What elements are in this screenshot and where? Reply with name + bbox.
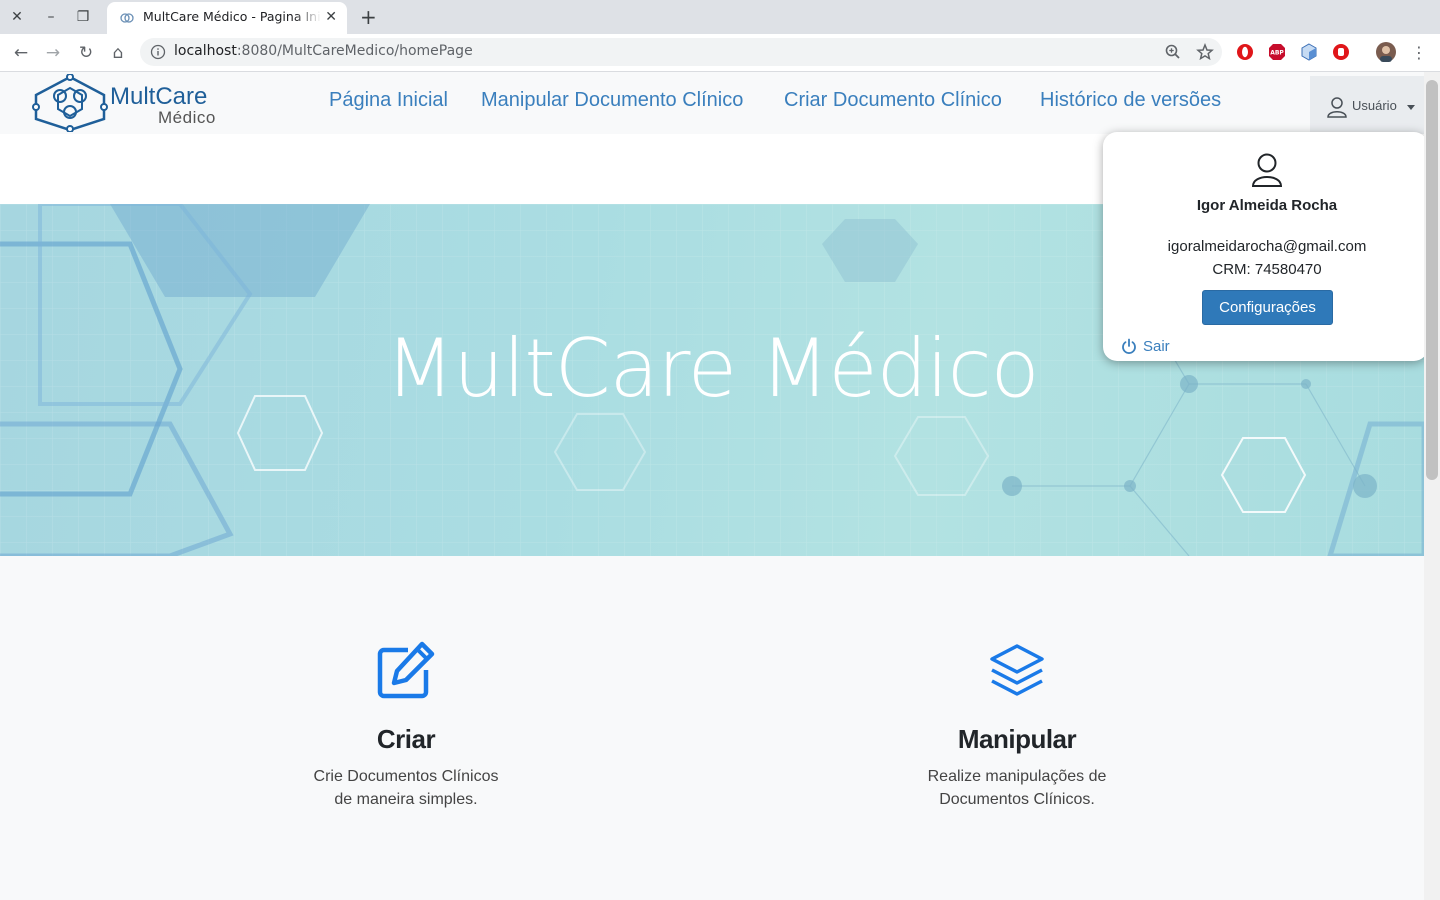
user-icon <box>1327 97 1347 118</box>
hexagon-molecule-icon <box>32 74 108 132</box>
hand-extension-icon[interactable] <box>1332 43 1350 61</box>
settings-button[interactable]: Configurações <box>1202 290 1333 325</box>
logo-text-medico: Médico <box>158 108 216 127</box>
layers-icon <box>990 644 1044 696</box>
multcare-logo[interactable]: MultCare Médico <box>32 74 232 132</box>
forward-icon[interactable]: → <box>42 42 64 64</box>
url-path: :8080/MultCareMedico/homePage <box>236 43 473 59</box>
power-icon <box>1122 338 1136 354</box>
new-tab-icon[interactable]: + <box>360 5 377 29</box>
nav-link-criar[interactable]: Criar Documento Clínico <box>784 89 1002 112</box>
tab-title: MultCare Médico - Pagina Inicial <box>143 9 321 24</box>
tab-close-icon[interactable]: ✕ <box>325 9 337 25</box>
feature-title-criar: Criar <box>376 724 436 754</box>
page-scrollbar[interactable] <box>1424 72 1440 900</box>
browser-menu-icon[interactable]: ⋮ <box>1408 42 1430 64</box>
user-dropdown-toggle[interactable]: Usuário <box>1310 76 1424 134</box>
nav-link-pagina-inicial[interactable]: Página Inicial <box>329 89 448 112</box>
nav-link-historico[interactable]: Histórico de versões <box>1040 89 1221 112</box>
feature-desc-manipular: Realize manipulações de Documentos Clíni… <box>927 768 1107 808</box>
feature-title-manipular: Manipular <box>957 724 1077 754</box>
url-host: localhost <box>174 43 237 59</box>
logo-text-multcare: MultCare <box>110 83 208 110</box>
bookmark-star-icon[interactable] <box>1196 43 1214 61</box>
scrollbar-thumb[interactable] <box>1426 80 1438 480</box>
user-email: igoralmeidarocha@gmail.com <box>1167 238 1367 255</box>
window-restore-icon[interactable]: ❐ <box>74 8 92 26</box>
browser-tab[interactable]: MultCare Médico - Pagina Inicial ✕ <box>107 2 347 34</box>
feature-desc-criar: Crie Documentos Clínicos de maneira simp… <box>313 768 499 808</box>
zoom-icon[interactable] <box>1164 43 1182 61</box>
user-label: Usuário <box>1352 98 1397 113</box>
user-crm: CRM: 74580470 <box>1212 261 1322 278</box>
caret-down-icon <box>1407 105 1415 110</box>
logout-label: Sair <box>1143 338 1170 355</box>
url-text: localhost:8080/MultCareMedico/homePage <box>174 43 473 59</box>
profile-avatar-icon[interactable] <box>1376 42 1396 62</box>
feature-criar[interactable]: Criar Crie Documentos Clínicos de maneir… <box>256 640 556 811</box>
address-bar[interactable]: localhost:8080/MultCareMedico/homePage <box>140 38 1222 66</box>
window-close-icon[interactable]: ✕ <box>8 8 26 26</box>
user-name: Igor Almeida Rocha <box>1196 197 1338 214</box>
edit-icon <box>377 641 435 699</box>
home-icon[interactable]: ⌂ <box>107 42 129 64</box>
svg-text:ABP: ABP <box>1270 50 1284 57</box>
window-minimize-icon[interactable]: – <box>42 8 60 26</box>
multcare-favicon-icon <box>120 13 134 23</box>
browser-toolbar: ← → ↻ ⌂ localhost:8080/MultCareMedico/ho… <box>0 34 1440 72</box>
browser-tabstrip: ✕ – ❐ MultCare Médico - Pagina Inicial ✕… <box>0 0 1440 34</box>
user-dropdown-menu: Igor Almeida Rocha igoralmeidarocha@gmai… <box>1103 132 1424 361</box>
user-avatar-icon <box>1251 153 1283 187</box>
reload-icon[interactable]: ↻ <box>75 42 97 64</box>
feature-manipular[interactable]: Manipular Realize manipulações de Docume… <box>867 640 1167 811</box>
page: MultCare Médico Página Inicial Manipular… <box>0 72 1424 900</box>
back-icon[interactable]: ← <box>10 42 32 64</box>
cube-extension-icon[interactable] <box>1300 43 1318 61</box>
site-info-icon[interactable] <box>150 44 166 60</box>
adblock-plus-icon[interactable]: ABP <box>1268 43 1286 61</box>
navbar: MultCare Médico Página Inicial Manipular… <box>0 72 1424 134</box>
nav-link-manipular[interactable]: Manipular Documento Clínico <box>481 89 743 112</box>
opera-extension-icon[interactable] <box>1236 43 1254 61</box>
